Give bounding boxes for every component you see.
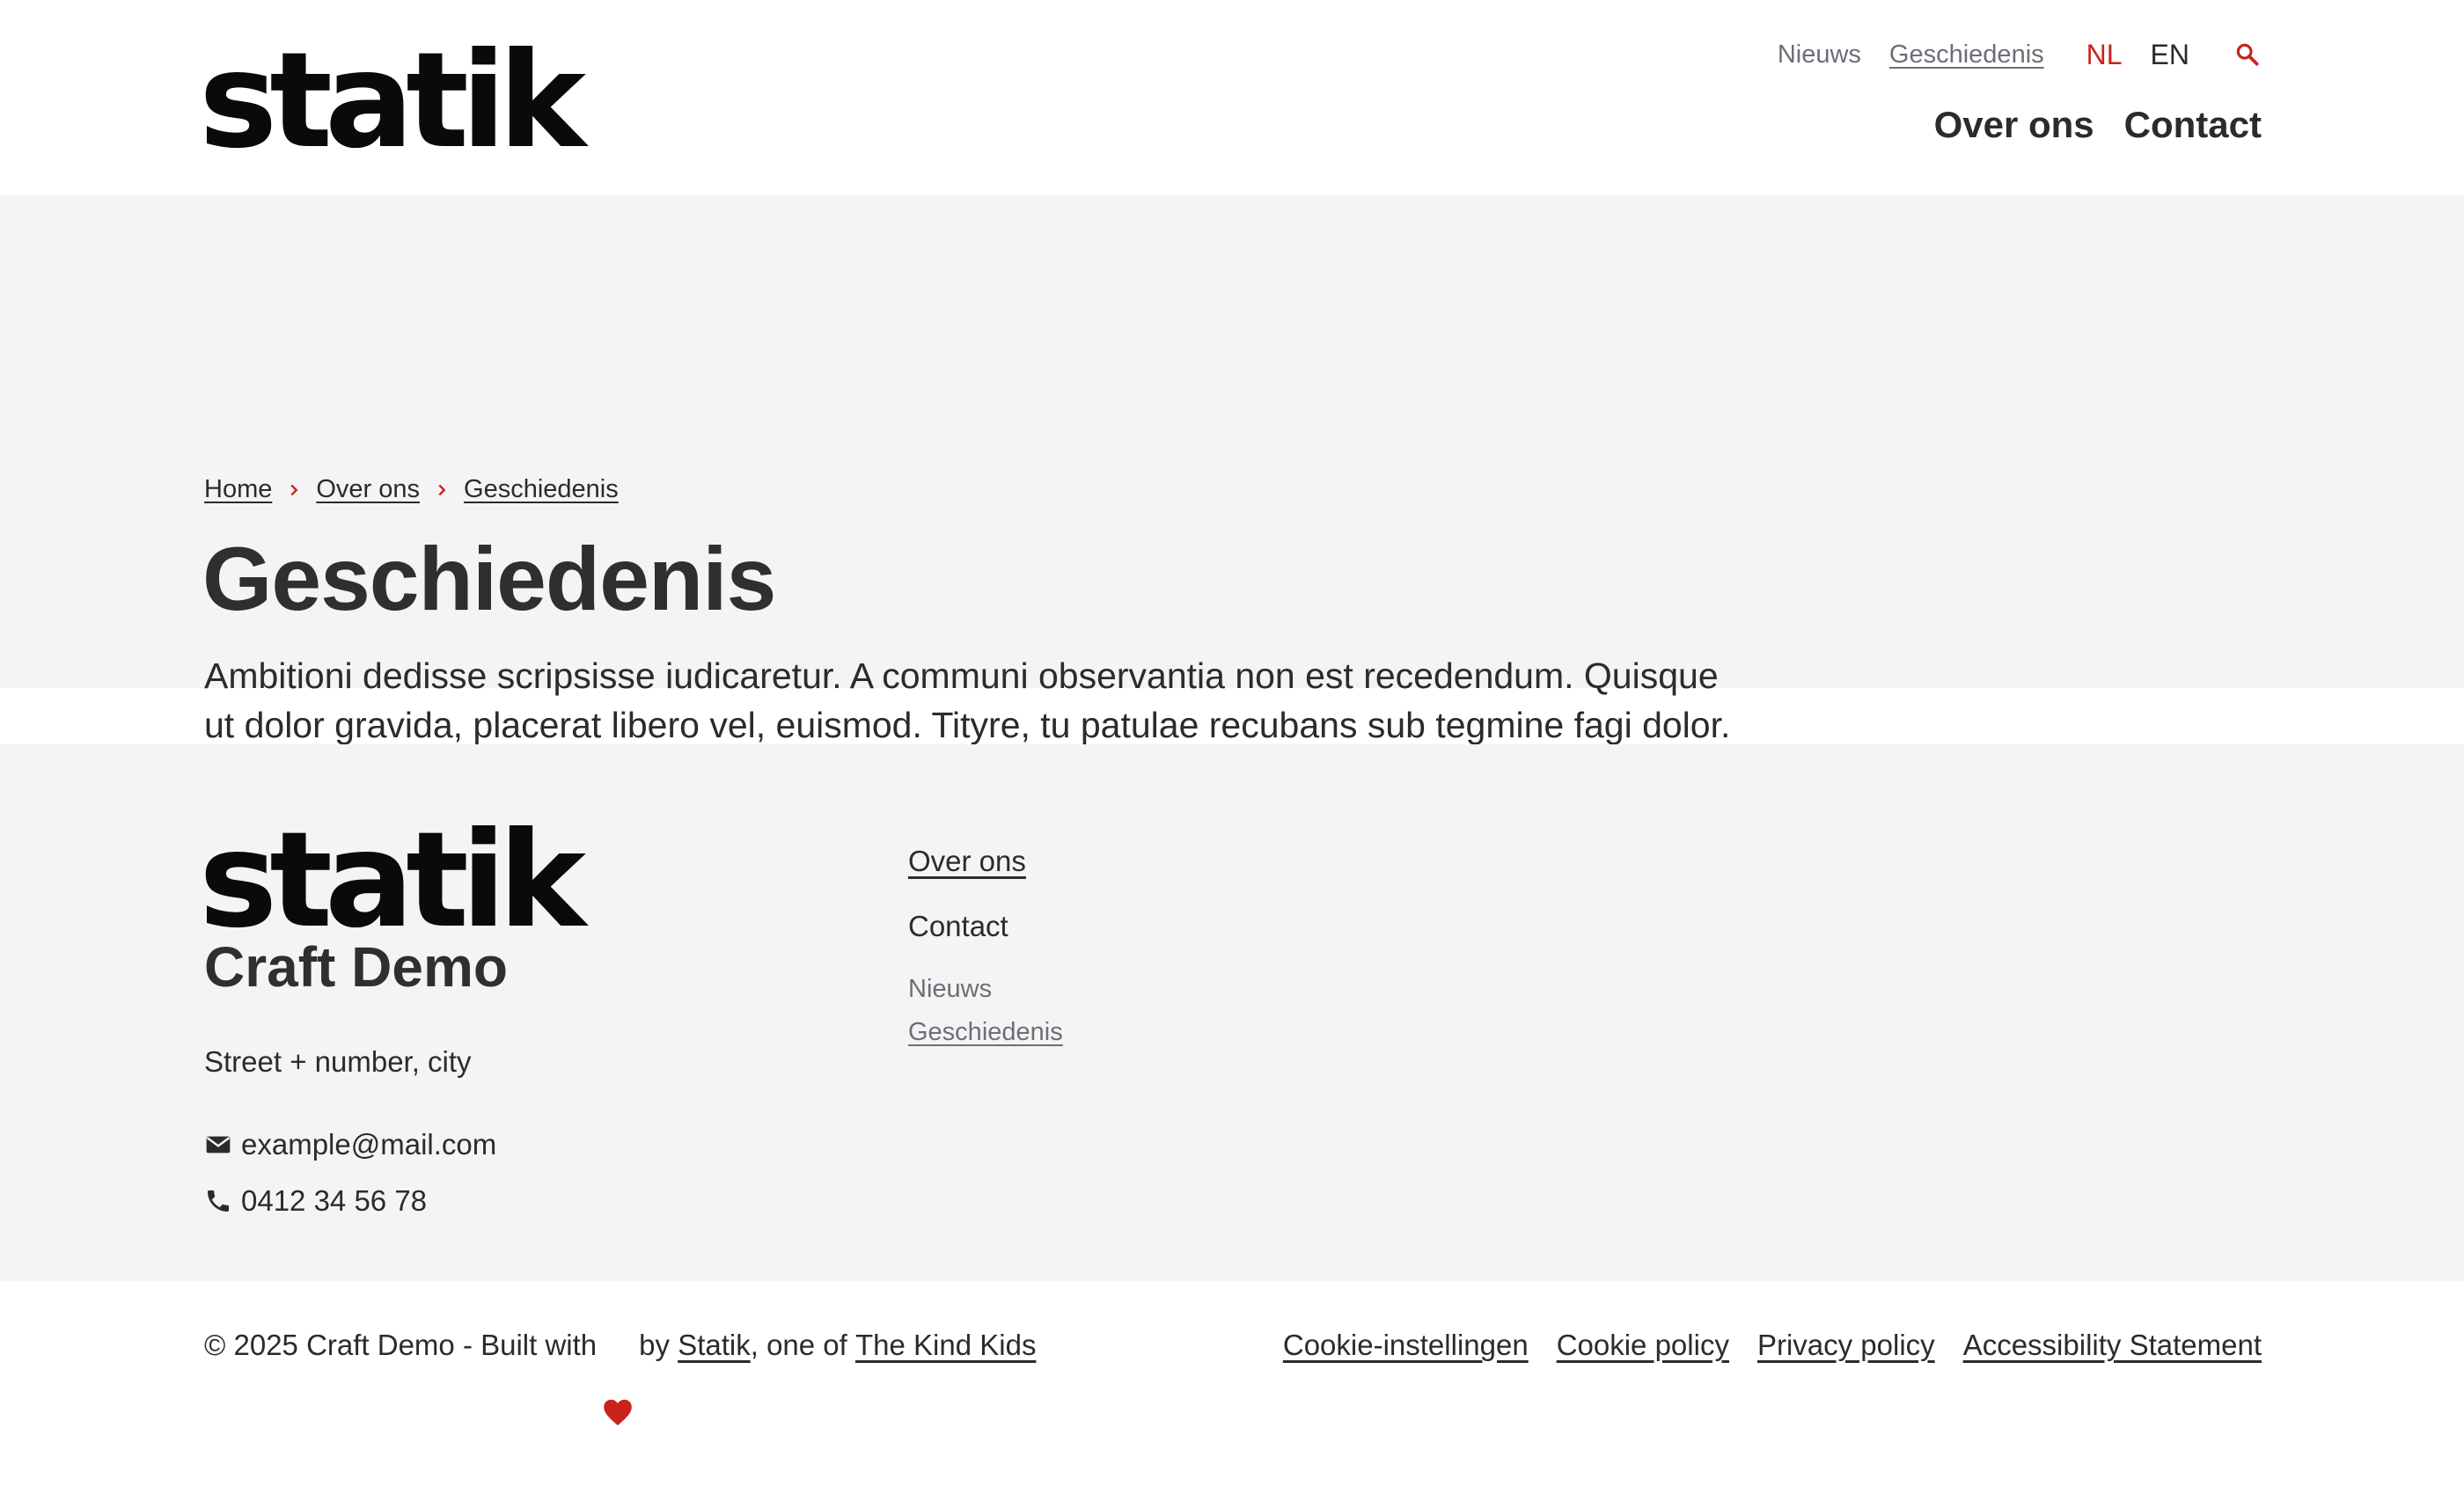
cookie-policy-link[interactable]: Cookie policy	[1557, 1329, 1729, 1362]
breadcrumb: Home Over ons Geschiedenis	[204, 475, 619, 504]
breadcrumb-over-ons[interactable]: Over ons	[316, 475, 420, 504]
chevron-right-icon	[284, 480, 304, 500]
cookie-settings-link[interactable]: Cookie-instellingen	[1283, 1329, 1529, 1362]
footer-nav-over-ons[interactable]: Over ons	[908, 845, 1063, 878]
heart-icon	[602, 1330, 634, 1425]
kind-kids-link[interactable]: The Kind Kids	[855, 1329, 1036, 1362]
main-nav: Over ons Contact	[1904, 104, 2262, 146]
phone-link[interactable]: 0412 34 56 78	[241, 1184, 427, 1218]
footer-nav-geschiedenis[interactable]: Geschiedenis	[908, 1018, 1063, 1047]
footer-nav-contact[interactable]: Contact	[908, 910, 1063, 943]
footer-nav-nieuws[interactable]: Nieuws	[908, 975, 1063, 1004]
one-of-text: , one of	[750, 1329, 847, 1361]
breadcrumb-home[interactable]: Home	[204, 475, 272, 504]
service-nav: Nieuws Geschiedenis NL EN	[1749, 37, 2262, 72]
phone-row: 0412 34 56 78	[204, 1184, 427, 1218]
email-link[interactable]: example@mail.com	[241, 1128, 496, 1161]
site-header: statik Nieuws Geschiedenis NL EN Over on…	[0, 0, 2464, 195]
chevron-right-icon	[432, 480, 451, 500]
phone-icon	[204, 1187, 232, 1215]
footer-statik-logo: statik	[199, 804, 586, 957]
page-title: Geschiedenis	[202, 529, 776, 629]
statik-link[interactable]: Statik	[678, 1329, 751, 1362]
breadcrumb-geschiedenis[interactable]: Geschiedenis	[464, 475, 619, 504]
service-nav-geschiedenis[interactable]: Geschiedenis	[1889, 40, 2044, 70]
company-name: Craft Demo	[204, 935, 508, 999]
main-nav-contact[interactable]: Contact	[2124, 104, 2262, 146]
footer-nav: Over ons Contact Nieuws Geschiedenis	[908, 845, 1063, 1061]
language-nl[interactable]: NL	[2086, 39, 2123, 71]
copyright: © 2025 Craft Demo - Built with by Statik…	[204, 1329, 1036, 1425]
email-row: example@mail.com	[204, 1128, 496, 1161]
accessibility-statement-link[interactable]: Accessibility Statement	[1963, 1329, 2262, 1362]
search-icon[interactable]	[2233, 40, 2262, 69]
address: Street + number, city	[204, 1045, 472, 1078]
main-nav-over-ons[interactable]: Over ons	[1934, 104, 2094, 146]
copyright-text: © 2025 Craft Demo - Built with	[204, 1329, 598, 1361]
by-text: by	[639, 1329, 671, 1361]
statik-logo[interactable]: statik	[199, 35, 586, 167]
language-en[interactable]: EN	[2151, 39, 2189, 71]
bottom-bar: © 2025 Craft Demo - Built with by Statik…	[0, 1281, 2464, 1425]
site-footer: statik Craft Demo Street + number, city …	[0, 744, 2464, 1281]
service-nav-nieuws[interactable]: Nieuws	[1778, 40, 1861, 70]
privacy-policy-link[interactable]: Privacy policy	[1757, 1329, 1935, 1362]
legal-nav: Cookie-instellingen Cookie policy Privac…	[1255, 1329, 2262, 1362]
page-hero: Home Over ons Geschiedenis Geschiedenis …	[0, 195, 2464, 795]
mail-icon	[204, 1131, 232, 1159]
